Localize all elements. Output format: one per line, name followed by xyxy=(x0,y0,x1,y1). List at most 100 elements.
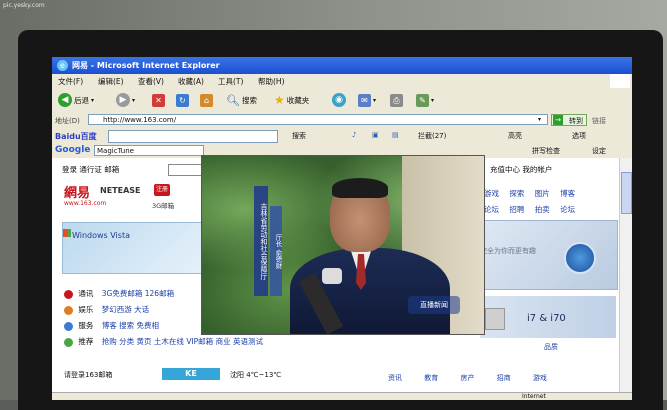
menu-bar: 文件(F) 编辑(E) 查看(V) 收藏(A) 工具(T) 帮助(H) xyxy=(52,74,632,89)
menu-edit[interactable]: 编辑(E) xyxy=(98,76,124,87)
watermark: pic.yesky.com xyxy=(3,2,45,9)
scrollbar-thumb[interactable] xyxy=(621,172,632,214)
edit-dropdown-icon: ▾ xyxy=(431,96,435,104)
google-settings[interactable]: 设定 xyxy=(592,146,606,156)
forward-button[interactable]: ▶ ▾ xyxy=(116,92,135,108)
right-nav-link[interactable]: 博客 xyxy=(560,189,575,198)
vista-banner[interactable] xyxy=(62,222,204,274)
menu-tools[interactable]: 工具(T) xyxy=(218,76,243,87)
register-badge[interactable]: 注册 xyxy=(154,184,170,196)
logo-url: www.163.com xyxy=(64,200,107,207)
edit-icon: ✎ xyxy=(416,93,429,107)
right-nav-link[interactable]: 论坛 xyxy=(560,205,575,214)
service-links[interactable]: 博客 搜索 免费相 xyxy=(102,321,159,330)
search-label: 搜索 xyxy=(241,95,257,105)
search-icon: 🔍︎ xyxy=(226,93,240,107)
service-links[interactable]: 抢购 分类 黄页 土木在线 VIP邮箱 商业 英语测试 xyxy=(102,337,263,346)
baidu-search-input[interactable] xyxy=(108,130,278,143)
status-zone: Internet xyxy=(522,393,546,400)
favorites-label: 收藏夹 xyxy=(286,95,310,105)
baidu-toolbar: Baidu百度 搜索 ♪ ▣ ▤ 拦截(27) 高亮 选项 xyxy=(52,128,632,144)
address-input[interactable]: http://www.163.com/ xyxy=(88,114,548,125)
video-caption-name: 厅长 俞德财 xyxy=(270,206,282,296)
mail-icon: ✉ xyxy=(358,93,371,107)
tab-education[interactable]: 教育 xyxy=(424,374,438,382)
right-nav-link[interactable]: 图片 xyxy=(535,189,550,198)
recommend-icon xyxy=(64,337,73,347)
tab-realestate[interactable]: 房产 xyxy=(460,374,474,382)
address-bar: 地址(D) http://www.163.com/ ▾ 转到 → 链接 xyxy=(52,112,632,129)
refresh-button[interactable]: ↻ xyxy=(176,92,189,108)
favorites-button[interactable]: ★ 收藏夹 xyxy=(274,92,309,108)
music-icon[interactable]: ♪ xyxy=(352,131,356,139)
news-icon[interactable]: ▤ xyxy=(392,131,399,139)
netease-logo[interactable]: 網易 xyxy=(64,182,90,201)
computer-icon xyxy=(485,308,505,330)
print-button[interactable]: ⎙ xyxy=(390,92,403,108)
back-label: 后退 xyxy=(74,95,89,105)
tab-business[interactable]: 招商 xyxy=(497,374,511,382)
windows-ad-text: 完全为你而更有趣 xyxy=(480,247,536,255)
refresh-icon: ↻ xyxy=(176,93,189,107)
google-logo: Google xyxy=(55,145,91,155)
quality-link[interactable]: 品质 xyxy=(544,342,558,352)
menu-file[interactable]: 文件(F) xyxy=(58,76,83,87)
service-row: 推荐 抢购 分类 黄页 土木在线 VIP邮箱 商业 英语测试 xyxy=(64,336,263,347)
service-icon xyxy=(64,321,73,331)
edit-button[interactable]: ✎ ▾ xyxy=(416,92,434,108)
service-links[interactable]: 3G免费邮箱 126邮箱 xyxy=(102,289,174,298)
search-button[interactable]: 🔍︎ 搜索 xyxy=(226,92,257,108)
back-button[interactable]: ◀ 后退 ▾ xyxy=(58,92,94,108)
right-nav-link[interactable]: 招聘 xyxy=(509,205,524,214)
video-person-hair xyxy=(332,178,388,198)
site-top-nav[interactable]: 登录 通行证 邮箱 xyxy=(62,164,119,175)
address-dropdown-icon[interactable]: ▾ xyxy=(538,116,541,123)
links-label[interactable]: 链接 xyxy=(592,116,606,126)
game-icon xyxy=(64,305,73,315)
media-button[interactable]: ◉ xyxy=(332,92,346,108)
service-row: 通讯 3G免费邮箱 126邮箱 xyxy=(64,288,174,299)
windows-flag-icon xyxy=(63,229,71,237)
baidu-highlight[interactable]: 高亮 xyxy=(508,131,522,141)
mail-button[interactable]: ✉ ▾ xyxy=(358,92,376,108)
baidu-logo: Baidu百度 xyxy=(55,132,97,141)
standard-toolbar: ◀ 后退 ▾ ▶ ▾ ✕ ↻ ⌂ 🔍︎ 搜索 ★ 收藏夹 ◉ ✉ ▾ ⎙ ✎ ▾ xyxy=(52,88,632,113)
service-label: 服务 xyxy=(78,321,94,330)
service-row: 娱乐 梦幻西游 大话 xyxy=(64,304,149,315)
ie-icon: e xyxy=(57,60,68,71)
status-bar: Internet xyxy=(52,392,632,400)
tab-news[interactable]: 资讯 xyxy=(388,374,402,382)
right-nav-link[interactable]: 论坛 xyxy=(484,205,499,214)
right-nav-link[interactable]: 游戏 xyxy=(484,189,499,198)
service-label: 通讯 xyxy=(78,289,94,298)
address-label: 地址(D) xyxy=(55,117,80,125)
baidu-block-popups[interactable]: 拦截(27) xyxy=(418,131,446,141)
channel-logo: 直播新闻 xyxy=(408,296,460,314)
home-button[interactable]: ⌂ xyxy=(200,92,213,108)
tab-games[interactable]: 游戏 xyxy=(533,374,547,382)
baidu-options[interactable]: 选项 xyxy=(572,131,586,141)
baidu-search-button[interactable]: 搜索 xyxy=(292,131,306,141)
menu-help[interactable]: 帮助(H) xyxy=(258,76,285,87)
video-overlay[interactable]: 吉林省劳动和社会保障厅 厅长 俞德财 直播新闻 xyxy=(201,155,485,335)
stop-button[interactable]: ✕ xyxy=(152,92,165,108)
right-nav-link[interactable]: 拍卖 xyxy=(535,205,550,214)
intel-ad-text: i7 & i70 xyxy=(527,313,566,324)
google-search-input[interactable]: MagicTune xyxy=(94,145,204,156)
menu-view[interactable]: 查看(V) xyxy=(138,76,164,87)
ke-banner[interactable]: KE xyxy=(162,368,220,380)
service-links[interactable]: 梦幻西游 大话 xyxy=(102,305,149,314)
forward-dropdown-icon: ▾ xyxy=(132,96,136,104)
mail-dropdown-icon: ▾ xyxy=(373,96,377,104)
image-icon[interactable]: ▣ xyxy=(372,131,379,139)
google-spellcheck[interactable]: 拼写检查 xyxy=(532,146,560,156)
right-nav-link[interactable]: 探索 xyxy=(509,189,524,198)
window-title: 网易 - Microsoft Internet Explorer xyxy=(72,61,220,70)
mail-3g-label[interactable]: 3G邮箱 xyxy=(152,200,174,210)
printer-icon: ⎙ xyxy=(390,93,403,107)
media-icon: ◉ xyxy=(332,93,346,107)
title-bar[interactable]: e 网易 - Microsoft Internet Explorer xyxy=(52,57,632,74)
menu-favorites[interactable]: 收藏(A) xyxy=(178,76,204,87)
video-caption-title: 吉林省劳动和社会保障厅 xyxy=(254,186,268,296)
mail-login-link[interactable]: 请登录163邮箱 xyxy=(64,370,112,380)
